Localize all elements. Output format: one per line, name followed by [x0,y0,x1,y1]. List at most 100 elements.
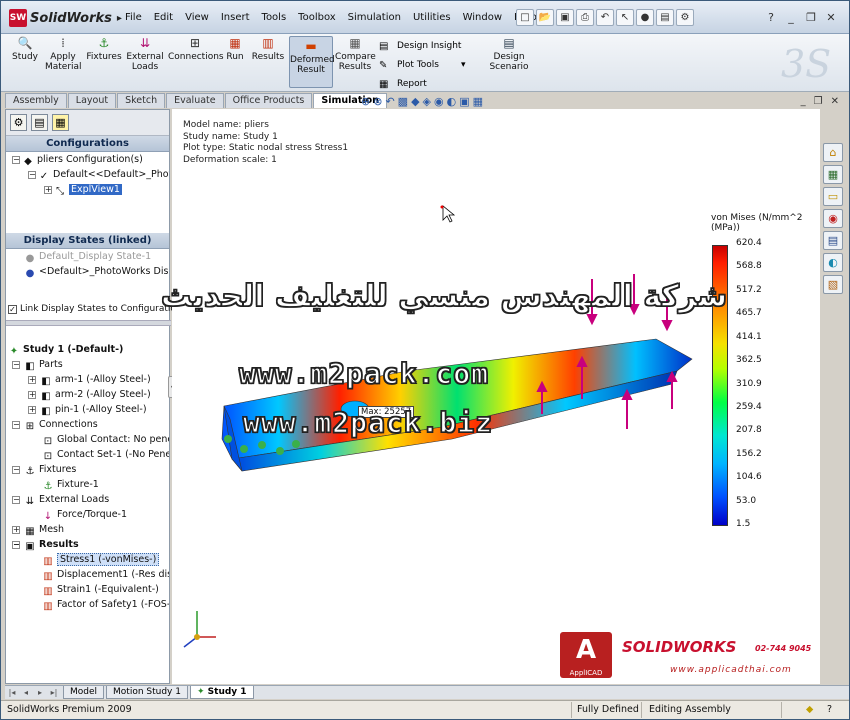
custom-properties-icon[interactable]: ▧ [823,275,843,294]
study-root[interactable]: ✦ Study 1 (-Default-) [6,342,169,357]
collapse-icon[interactable]: − [12,156,20,164]
tree-connections[interactable]: − ⊞ Connections [6,417,169,432]
tree-global-contact[interactable]: ⊡ Global Contact: No penetration [6,432,169,447]
restore-icon[interactable]: ❐ [803,10,819,24]
tree-force-torque-1[interactable]: ↓ Force/Torque-1 [6,507,169,522]
tree-part-pin-1[interactable]: + ◧ pin-1 (-Alloy Steel-) [6,402,169,417]
apply-material-button[interactable]: ⁞ Apply Material [45,36,82,72]
tab-assembly[interactable]: Assembly [5,93,67,108]
results-button[interactable]: ▥ Results [251,36,285,62]
menu-simulation[interactable]: Simulation [342,12,407,23]
collapse-icon[interactable]: − [12,361,20,369]
tab-office-products[interactable]: Office Products [224,93,313,108]
deformed-result-button[interactable]: ▬ Deformed Result [289,36,335,88]
apply-scene-icon[interactable]: ▣ [459,95,469,108]
tree-fos1[interactable]: ▥ Factor of Safety1 (-FOS-) [6,597,169,612]
fixtures-button[interactable]: ⚓ Fixtures [85,36,123,62]
tab-study-1[interactable]: ✦ Study 1 [189,686,254,699]
menu-utilities[interactable]: Utilities [407,12,457,23]
tab-sketch[interactable]: Sketch [117,93,166,108]
connections-button[interactable]: ⊞ Connections [168,36,224,62]
section-view-icon[interactable]: ▩ [398,95,408,108]
zoom-to-fit-icon[interactable]: ⊕ [361,95,370,108]
minimize-icon[interactable]: _ [783,10,799,24]
tree-fixtures[interactable]: − ⚓ Fixtures [6,462,169,477]
collapse-icon[interactable]: − [12,496,20,504]
config-default[interactable]: − ✓ Default<<Default>_PhotoWorks Display … [6,167,169,182]
tree-stress1[interactable]: ▥ Stress1 (-vonMises-) [6,552,169,567]
previous-tab-icon[interactable]: ◂ [19,688,33,697]
expand-icon[interactable]: + [28,391,36,399]
feature-manager-tab-icon[interactable]: ⚙ [10,114,27,131]
config-explode-view[interactable]: + ⤡ ExplView1 [6,182,169,197]
tree-mesh[interactable]: + ▦ Mesh [6,522,169,537]
new-icon[interactable]: □ [516,9,534,26]
panel-splitter[interactable] [6,320,171,326]
design-library-icon[interactable]: ▦ [823,165,843,184]
previous-view-icon[interactable]: ↶ [385,95,394,108]
display-state-2[interactable]: ● <Default>_PhotoWorks Display State-1 [6,264,169,279]
compare-results-button[interactable]: ▦ Compare Results [335,36,376,72]
plot-tools-button[interactable]: ✎ Plot Tools ▾ [379,56,466,75]
configuration-manager-tab-icon[interactable]: ▦ [52,114,69,131]
collapse-icon[interactable]: − [12,541,20,549]
help-icon[interactable]: ? [763,10,779,24]
doc-restore-icon[interactable]: ❐ [814,96,823,107]
rebuild-icon[interactable]: ● [636,9,654,26]
zoom-area-icon[interactable]: ⊗ [373,95,382,108]
tree-contact-set-1[interactable]: ⊡ Contact Set-1 (-No Penetration-) [6,447,169,462]
tree-results[interactable]: − ▣ Results [6,537,169,552]
display-state-1[interactable]: ● Default_Display State-1 [6,249,169,264]
tree-fixture-1[interactable]: ⚓ Fixture-1 [6,477,169,492]
hide-show-icon[interactable]: ◉ [434,95,444,108]
collapse-icon[interactable]: − [28,171,36,179]
tab-model[interactable]: Model [63,686,105,699]
menu-file[interactable]: File [119,12,148,23]
expand-icon[interactable]: + [28,376,36,384]
select-icon[interactable]: ↖ [616,9,634,26]
tree-part-arm-2[interactable]: + ◧ arm-2 (-Alloy Steel-) [6,387,169,402]
config-root[interactable]: − ◆ pliers Configuration(s) [6,152,169,167]
display-style-icon[interactable]: ◈ [423,95,431,108]
external-loads-button[interactable]: ⇊ External Loads [125,36,165,72]
save-icon[interactable]: ▣ [556,9,574,26]
menu-tools[interactable]: Tools [256,12,293,23]
doc-minimize-icon[interactable]: _ [801,96,806,107]
graphics-area[interactable]: Model name: pliers Study name: Study 1 P… [172,109,820,684]
appearances-icon[interactable]: ◐ [823,253,843,272]
property-manager-tab-icon[interactable]: ▤ [31,114,48,131]
app-logo[interactable]: SW SolidWorks ▸ [9,9,122,27]
last-tab-icon[interactable]: ▸| [47,688,61,697]
tree-strain1[interactable]: ▥ Strain1 (-Equivalent-) [6,582,169,597]
design-scenario-button[interactable]: ▤ Design Scenario [487,36,531,72]
tree-displacement1[interactable]: ▥ Displacement1 (-Res disp-) [6,567,169,582]
link-display-states-checkbox[interactable]: ✓ Link Display States to Configurations [8,304,186,314]
menu-insert[interactable]: Insert [215,12,256,23]
menu-view[interactable]: View [179,12,215,23]
help-icon[interactable]: ? [827,701,832,719]
file-explorer-icon[interactable]: ▭ [823,187,843,206]
expand-icon[interactable]: + [44,186,52,194]
tab-motion-study-1[interactable]: Motion Study 1 [106,686,188,699]
close-icon[interactable]: ✕ [823,10,839,24]
collapse-icon[interactable]: − [12,421,20,429]
rebuild-tag-icon[interactable]: ◆ [806,701,813,719]
tab-layout[interactable]: Layout [67,93,117,108]
options-icon[interactable]: ⚙ [676,9,694,26]
view-palette-icon[interactable]: ▤ [823,231,843,250]
undo-icon[interactable]: ↶ [596,9,614,26]
study-button[interactable]: 🔍 Study [11,36,39,62]
report-button[interactable]: ▦ Report [379,75,466,94]
view-settings-icon[interactable]: ▦ [473,95,483,108]
run-button[interactable]: ▦ Run [224,36,246,62]
edit-appearance-icon[interactable]: ◐ [447,95,457,108]
expand-icon[interactable]: + [12,526,20,534]
menu-window[interactable]: Window [457,12,508,23]
collapse-icon[interactable]: − [12,466,20,474]
file-properties-icon[interactable]: ▤ [656,9,674,26]
search-icon[interactable]: ◉ [823,209,843,228]
expand-icon[interactable]: + [28,406,36,414]
print-icon[interactable]: ⎙ [576,9,594,26]
menu-edit[interactable]: Edit [148,12,179,23]
tree-part-arm-1[interactable]: + ◧ arm-1 (-Alloy Steel-) [6,372,169,387]
